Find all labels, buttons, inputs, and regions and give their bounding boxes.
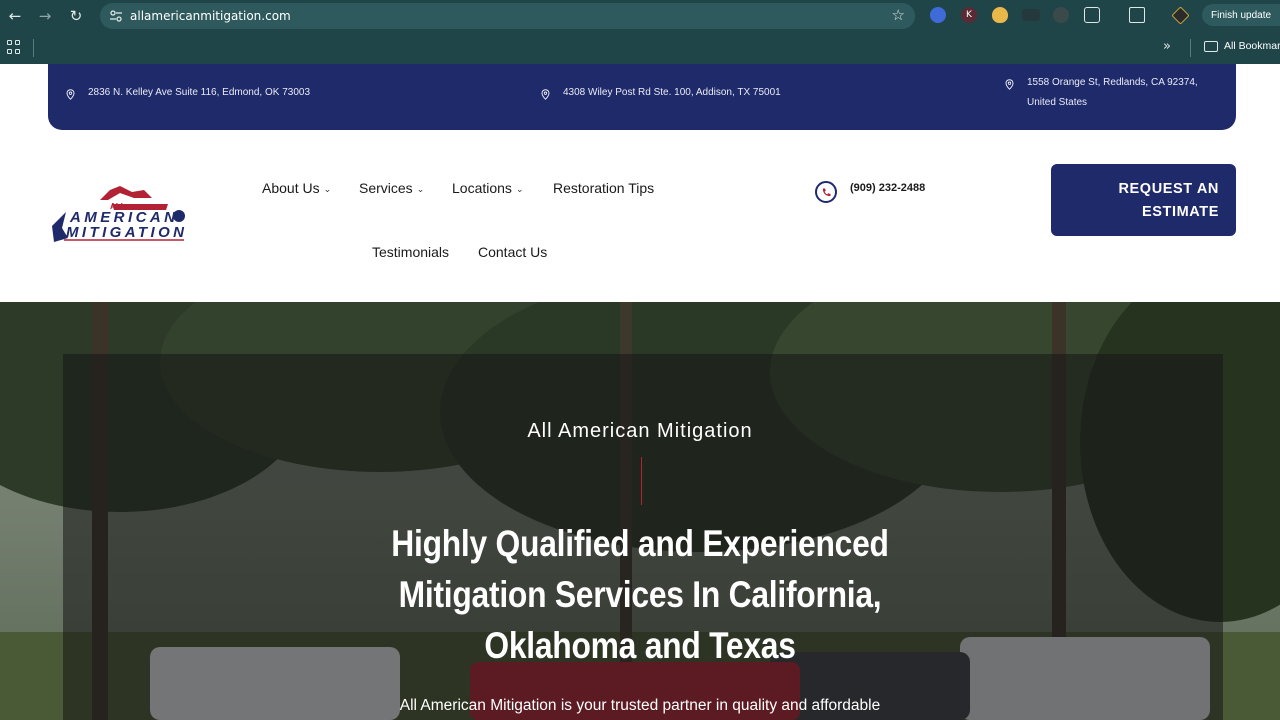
chevron-down-icon: ⌄ bbox=[323, 183, 332, 194]
hero-subtitle: All American Mitigation is your trusted … bbox=[399, 697, 881, 714]
site-info-icon[interactable] bbox=[108, 8, 124, 24]
nav-restoration-tips[interactable]: Restoration Tips bbox=[553, 180, 654, 196]
arrow-right-icon: → bbox=[38, 7, 52, 25]
hero-section: All American Mitigation Highly Qualified… bbox=[0, 302, 1280, 720]
hero-title: Highly Qualified and Experienced Mitigat… bbox=[391, 523, 889, 666]
logo-text-mitigation: MITIGATION bbox=[66, 224, 185, 241]
map-pin-icon bbox=[541, 89, 550, 100]
reload-icon: ↻ bbox=[69, 7, 83, 25]
url-text[interactable]: allamericanmitigation.com bbox=[130, 9, 291, 23]
extension-egg-icon[interactable] bbox=[992, 7, 1008, 23]
chevron-double-right-icon[interactable]: » bbox=[1163, 39, 1171, 54]
extension-card-icon[interactable] bbox=[1022, 9, 1040, 21]
browser-toolbar: ← → ↻ allamericanmitigation.com ☆ K Fini… bbox=[0, 0, 1280, 32]
browser-chrome: ← → ↻ allamericanmitigation.com ☆ K Fini… bbox=[0, 0, 1280, 64]
phone-icon[interactable] bbox=[815, 181, 837, 203]
bookmark-star-icon[interactable]: ☆ bbox=[892, 6, 905, 24]
hero-divider bbox=[641, 457, 642, 505]
nav-about-us[interactable]: About Us ⌄ bbox=[262, 180, 331, 196]
apps-grid-icon[interactable] bbox=[7, 40, 21, 54]
chevron-down-icon: ⌄ bbox=[515, 183, 524, 194]
address-edmond: 2836 N. Kelley Ave Suite 116, Edmond, OK… bbox=[88, 87, 311, 98]
logo-emblem bbox=[173, 210, 185, 222]
address-addison: 4308 Wiley Post Rd Ste. 100, Addison, TX… bbox=[563, 87, 781, 98]
map-pin-icon bbox=[66, 89, 75, 100]
profile-avatar-icon[interactable] bbox=[1171, 6, 1190, 25]
extensions-puzzle-icon[interactable] bbox=[1084, 7, 1100, 23]
divider bbox=[1190, 39, 1191, 57]
address-redlands-country: United States bbox=[1027, 97, 1088, 108]
media-cast-icon[interactable] bbox=[1129, 7, 1145, 23]
eagle-icon bbox=[100, 186, 152, 200]
chevron-down-icon: ⌄ bbox=[416, 183, 425, 194]
bookmarks-bar: » All Bookmarks bbox=[0, 32, 1280, 64]
address-bar[interactable]: allamericanmitigation.com ☆ bbox=[100, 3, 915, 29]
finish-update-button[interactable]: Finish update bbox=[1202, 4, 1280, 26]
map-pin-icon bbox=[1005, 79, 1014, 90]
nav-testimonials[interactable]: Testimonials bbox=[372, 244, 449, 260]
folder-icon bbox=[1204, 41, 1218, 52]
all-bookmarks-button[interactable]: All Bookmarks bbox=[1224, 40, 1280, 52]
extension-k-icon[interactable]: K bbox=[961, 7, 977, 23]
forward-button[interactable]: → bbox=[32, 3, 58, 29]
request-estimate-button[interactable]: REQUEST AN ESTIMATE bbox=[1051, 164, 1236, 236]
phone-number[interactable]: (909) 232-2488 bbox=[850, 182, 925, 194]
arrow-left-icon: ← bbox=[8, 7, 22, 25]
address-redlands: 1558 Orange St, Redlands, CA 92374, bbox=[1027, 77, 1198, 88]
extension-tag-icon[interactable] bbox=[930, 7, 946, 23]
reload-button[interactable]: ↻ bbox=[63, 3, 89, 29]
nav-locations[interactable]: Locations ⌄ bbox=[452, 180, 523, 196]
web-page: 2836 N. Kelley Ave Suite 116, Edmond, OK… bbox=[0, 64, 1280, 720]
nav-contact-us[interactable]: Contact Us bbox=[478, 244, 547, 260]
divider bbox=[33, 39, 34, 57]
hero-eyebrow: All American Mitigation bbox=[527, 420, 753, 442]
back-button[interactable]: ← bbox=[2, 3, 28, 29]
nav-services[interactable]: Services ⌄ bbox=[359, 180, 424, 196]
extension-circle-icon[interactable] bbox=[1053, 7, 1069, 23]
site-logo[interactable]: ALL AMERICAN MITIGATION bbox=[48, 182, 188, 248]
